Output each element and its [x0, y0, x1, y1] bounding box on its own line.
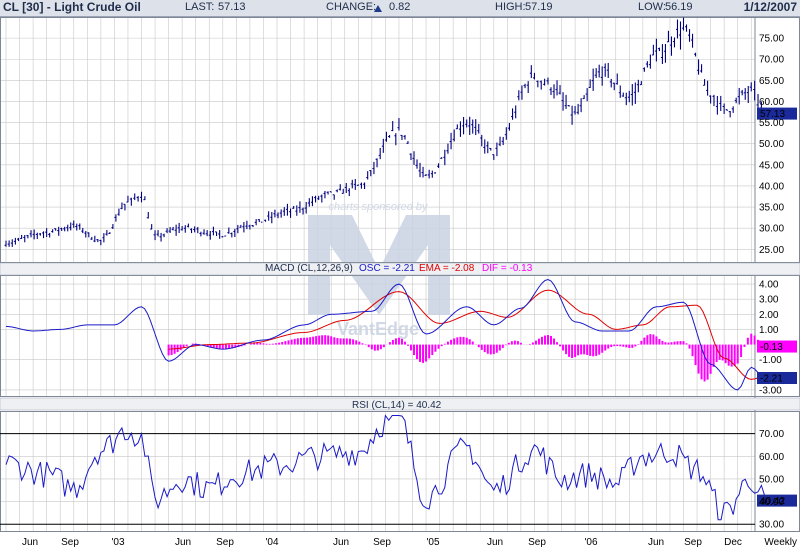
x-tick-label: Sep	[216, 537, 234, 548]
price-tick-label: 35.00	[759, 203, 784, 214]
x-tick-label: Jun	[175, 537, 191, 548]
macd-osc-value: -2.21	[760, 374, 783, 385]
macd-tick-label: 3.00	[759, 295, 779, 306]
rsi-tick-label: 30.00	[759, 520, 784, 531]
panel-frames	[0, 17, 800, 532]
price-tick-label: 40.00	[759, 181, 784, 192]
x-tick-label: '04	[265, 537, 278, 548]
price-tick-label: 75.00	[759, 34, 784, 45]
macd-tick-label: 1.00	[759, 325, 779, 336]
x-tick-label: '03	[111, 537, 124, 548]
stock-chart: charts sponsored by VantEdge 57.13 -0.13…	[0, 17, 800, 548]
x-tick-label: '06	[584, 537, 597, 548]
x-tick-label: Sep	[528, 537, 546, 548]
x-tick-label: '05	[426, 537, 439, 548]
price-tick-label: 60.00	[759, 97, 784, 108]
rsi-tick-label: 40.00	[759, 497, 784, 508]
macd-tick-label: 4.00	[759, 280, 779, 291]
period-label: Weekly	[764, 537, 797, 548]
watermark-text: charts sponsored by	[328, 201, 429, 213]
macd-legend-ema: EMA = -2.08	[419, 263, 475, 274]
panel-frame-1	[0, 17, 800, 263]
x-tick-label: Sep	[373, 537, 391, 548]
x-tick-label: Dec	[724, 537, 742, 548]
rsi-tick-label: 60.00	[759, 452, 784, 463]
x-tick-label: Sep	[61, 537, 79, 548]
macd-dif-value: -0.13	[760, 342, 783, 353]
price-tick-label: 65.00	[759, 76, 784, 87]
macd-tick-label: -1.00	[759, 355, 782, 366]
macd-tick-label: 2.00	[759, 310, 779, 321]
price-tick-label: 70.00	[759, 55, 784, 66]
price-tick-label: 55.00	[759, 118, 784, 129]
rsi-series: 40.42	[0, 414, 797, 525]
rsi-tick-label: 50.00	[759, 474, 784, 485]
x-tick-label: Jun	[648, 537, 664, 548]
x-tick-label: Jun	[22, 537, 38, 548]
macd-title: MACD (CL,12,26,9)	[265, 263, 353, 274]
price-tick-label: 50.00	[759, 139, 784, 150]
price-tick-label: 25.00	[759, 245, 784, 256]
rsi-tick-label: 70.00	[759, 429, 784, 440]
x-tick-label: Sep	[684, 537, 702, 548]
watermark-brand: VantEdge	[337, 319, 419, 339]
price-tick-label: 30.00	[759, 224, 784, 235]
price-tick-label: 45.00	[759, 160, 784, 171]
macd-tick-label: -3.00	[759, 385, 782, 396]
x-tick-label: Jun	[487, 537, 503, 548]
x-tick-label: Jun	[333, 537, 349, 548]
rsi-title: RSI (CL,14) = 40.42	[352, 400, 442, 411]
macd-legend-dif: DIF = -0.13	[482, 263, 533, 274]
macd-legend-osc: OSC = -2.21	[359, 263, 415, 274]
